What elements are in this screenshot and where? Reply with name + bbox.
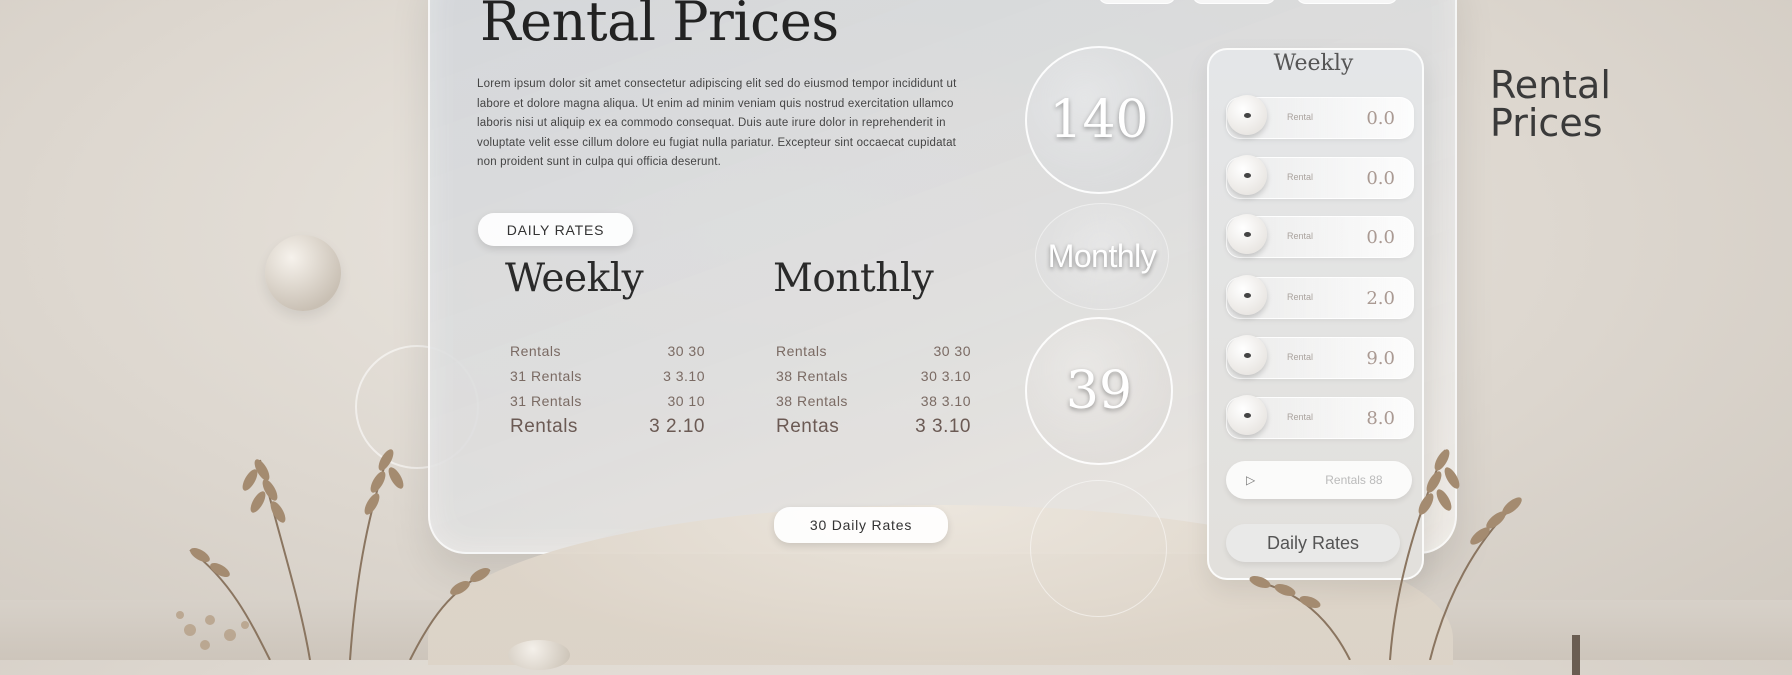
row-label: Rentals [510,342,561,359]
list-item: Rentas 3 3.10 [776,413,971,441]
sidebar-option[interactable]: Rental 8.0 [1226,395,1414,439]
plant-decoration-icon [1249,449,1522,660]
row-value: 30 3.10 [920,367,971,384]
option-value: 0.0 [1366,227,1395,248]
plant-decoration-icon [176,449,491,660]
option-label: Rental [1287,412,1314,422]
toggle-knob-icon[interactable] [1227,95,1267,135]
bottom-daily-rates-button[interactable]: 30 Daily Rates [774,507,948,543]
row-value: 30 10 [667,392,705,409]
sidebar-option[interactable]: Rental 0.0 [1226,214,1414,258]
row-label: Rentals [776,342,827,359]
sidebar-option[interactable]: Rental 0.0 [1226,95,1414,139]
row-label: 38 Rentals [776,392,848,409]
daily-rates-button[interactable]: DAILY RATES [478,213,633,246]
toggle-knob-icon[interactable] [1227,214,1267,254]
monthly-price-list: Rentals 30 30 38 Rentals 30 3.10 38 Rent… [776,338,971,441]
side-title-line1: Rental [1490,63,1611,107]
row-value: 30 30 [933,342,971,359]
toggle-knob-icon[interactable] [1227,275,1267,315]
list-item: 31 Rentals 30 10 [510,388,705,413]
row-value: 3 2.10 [649,416,705,437]
option-value: 2.0 [1366,288,1395,309]
sidebar-title: Weekly [1273,51,1354,76]
top-tab-3[interactable] [1296,0,1398,4]
list-item: 38 Rentals 38 3.10 [776,388,971,413]
option-value: 0.0 [1366,168,1395,189]
weekly-price-list: Rentals 30 30 31 Rentals 3 3.10 31 Renta… [510,338,705,441]
toggle-knob-icon[interactable] [1227,335,1267,375]
row-value: 3 3.10 [663,367,705,384]
sidebar-option[interactable]: Rental 0.0 [1226,155,1414,199]
row-label: 38 Rentals [776,367,848,384]
list-item: Rentals 30 30 [776,338,971,363]
toggle-knob-icon[interactable] [1227,155,1267,195]
option-label: Rental [1287,172,1314,182]
list-item: Rentals 30 30 [510,338,705,363]
row-value: 38 3.10 [920,392,971,409]
page-description: Lorem ipsum dolor sit amet consectetur a… [477,78,957,168]
option-value: 0.0 [1366,108,1395,129]
option-label: Rental [1287,292,1314,302]
top-tab-2[interactable] [1192,0,1276,4]
price-circle-top[interactable]: 140 [1025,46,1173,194]
row-label: 31 Rentals [510,367,582,384]
decorative-ring [1030,480,1167,617]
option-value: 8.0 [1366,408,1395,429]
list-item: 38 Rentals 30 3.10 [776,363,971,388]
list-item: 31 Rentals 3 3.10 [510,363,705,388]
option-value: 9.0 [1366,348,1395,369]
side-title-line2: Prices [1490,101,1603,145]
monthly-circle[interactable]: Monthly [1035,203,1169,310]
row-label: Rentas [776,416,840,437]
top-tab-1[interactable] [1098,0,1176,4]
weekly-heading: Weekly [505,256,644,301]
row-label: 31 Rentals [510,392,582,409]
option-label: Rental [1287,231,1314,241]
toggle-knob-icon[interactable] [1227,395,1267,435]
page-title: Rental Prices [480,0,839,53]
side-title: Rental Prices [1490,66,1710,142]
monthly-heading: Monthly [773,256,934,301]
decorative-sphere [265,235,341,311]
price-circle-bottom[interactable]: 39 [1025,317,1173,465]
row-value: 30 30 [667,342,705,359]
option-label: Rental [1287,352,1314,362]
sidebar-option[interactable]: Rental 9.0 [1226,335,1414,379]
option-label: Rental [1287,112,1314,122]
decorative-post [1572,635,1580,675]
row-value: 3 3.10 [915,416,971,437]
sidebar-option[interactable]: Rental 2.0 [1226,275,1414,319]
